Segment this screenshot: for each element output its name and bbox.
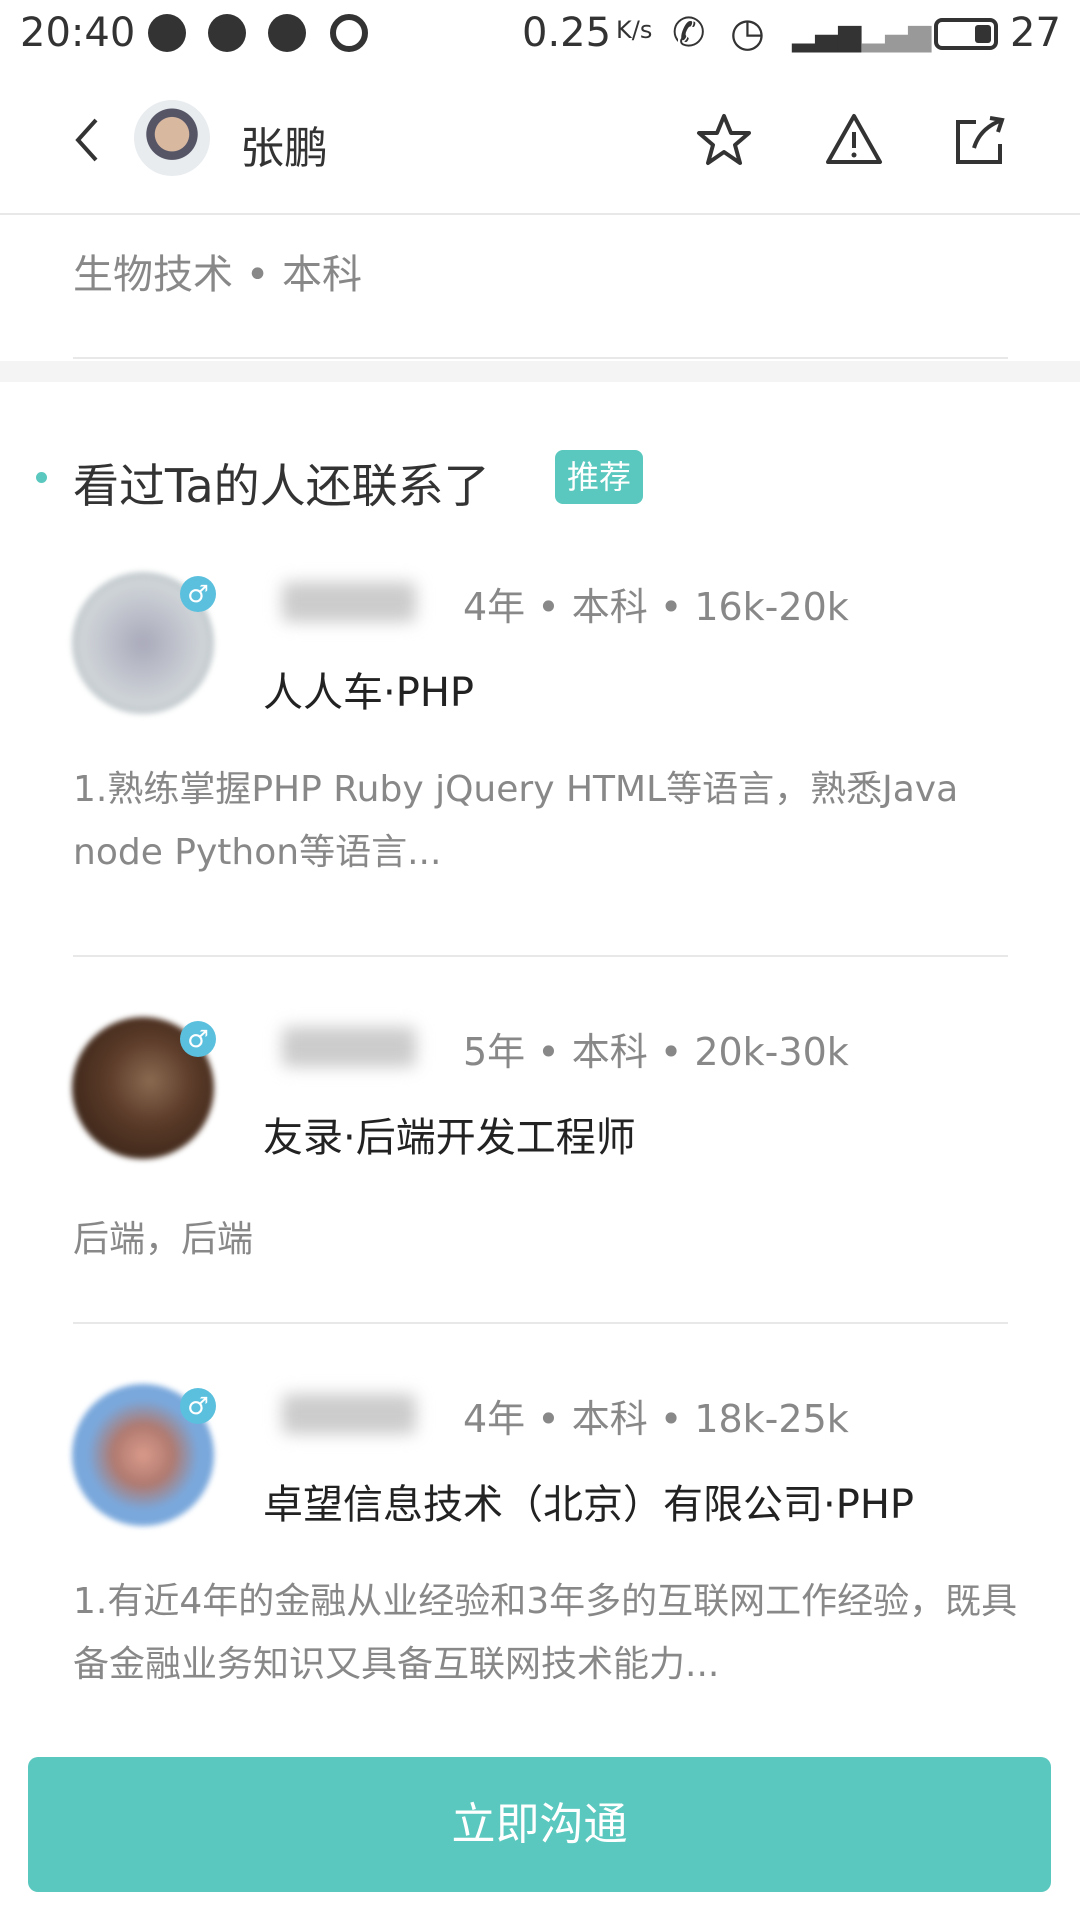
user-name: 张鹏 bbox=[240, 123, 328, 174]
divider bbox=[73, 357, 1008, 359]
male-icon: ♂ bbox=[180, 1388, 216, 1424]
top-nav: 张鹏 bbox=[0, 70, 1080, 215]
divider bbox=[73, 1322, 1008, 1324]
candidate-name-blurred bbox=[282, 582, 416, 622]
battery-icon bbox=[934, 18, 998, 50]
signal-icon: ▂▄▆ bbox=[792, 18, 862, 53]
status-bar: 20:40 0.25 K/s ✆ ◷ ▂▄▆ ▂▄▆ 27 bbox=[0, 0, 1080, 70]
battery-level: 27 bbox=[1010, 10, 1061, 56]
chat-now-button[interactable]: 立即沟通 bbox=[28, 1757, 1051, 1892]
candidate-name-blurred bbox=[282, 1027, 416, 1067]
music-icon bbox=[148, 14, 186, 52]
candidate-company: 人人车·PHP bbox=[263, 670, 475, 716]
call-icon: ✆ bbox=[672, 10, 706, 56]
signal-4g-icon: ▂▄▆ bbox=[862, 18, 932, 53]
network-speed: 0.25 bbox=[522, 10, 612, 56]
candidate-card[interactable]: ♂ 4年 • 本科 • 16k-20k 人人车·PHP 1.熟练掌握PHP Ru… bbox=[0, 560, 1080, 950]
report-icon[interactable] bbox=[824, 110, 884, 170]
candidate-card[interactable]: ♂ 4年 • 本科 • 18k-25k 卓望信息技术（北京）有限公司·PHP 1… bbox=[0, 1372, 1080, 1712]
section-gap bbox=[0, 361, 1080, 382]
status-time: 20:40 bbox=[20, 10, 136, 56]
candidate-meta: 5年 • 本科 • 20k-30k bbox=[463, 1030, 849, 1074]
star-icon[interactable] bbox=[694, 110, 754, 170]
wechat-icon bbox=[268, 14, 306, 52]
candidate-meta: 4年 • 本科 • 18k-25k bbox=[463, 1397, 849, 1441]
candidate-desc: 1.熟练掌握PHP Ruby jQuery HTML等语言，熟悉Java nod… bbox=[73, 769, 959, 873]
share-icon[interactable] bbox=[950, 110, 1010, 170]
male-icon: ♂ bbox=[180, 576, 216, 612]
candidate-company: 卓望信息技术（北京）有限公司·PHP bbox=[263, 1482, 915, 1528]
candidate-name-blurred bbox=[282, 1394, 416, 1434]
alarm-icon: ◷ bbox=[730, 10, 765, 56]
candidate-meta: 4年 • 本科 • 16k-20k bbox=[463, 585, 849, 629]
candidate-desc: 后端，后端 bbox=[73, 1219, 254, 1260]
male-icon: ♂ bbox=[180, 1021, 216, 1057]
section-dot bbox=[36, 472, 47, 483]
education-info: 生物技术 • 本科 bbox=[73, 252, 363, 298]
recommend-badge: 推荐 bbox=[555, 450, 644, 504]
candidate-card[interactable]: ♂ 5年 • 本科 • 20k-30k 友录·后端开发工程师 后端，后端 bbox=[0, 1005, 1080, 1315]
network-speed-unit: K/s bbox=[616, 16, 653, 44]
hotspot-icon bbox=[330, 14, 368, 52]
candidate-desc: 1.有近4年的金融从业经验和3年多的互联网工作经验，既具备金融业务知识又具备互联… bbox=[73, 1581, 1018, 1685]
section-title: 看过Ta的人还联系了 bbox=[73, 459, 490, 513]
back-icon[interactable] bbox=[60, 110, 120, 170]
user-avatar[interactable] bbox=[134, 100, 210, 176]
candidate-company: 友录·后端开发工程师 bbox=[263, 1115, 636, 1161]
divider bbox=[73, 955, 1008, 957]
app-icon bbox=[208, 14, 246, 52]
